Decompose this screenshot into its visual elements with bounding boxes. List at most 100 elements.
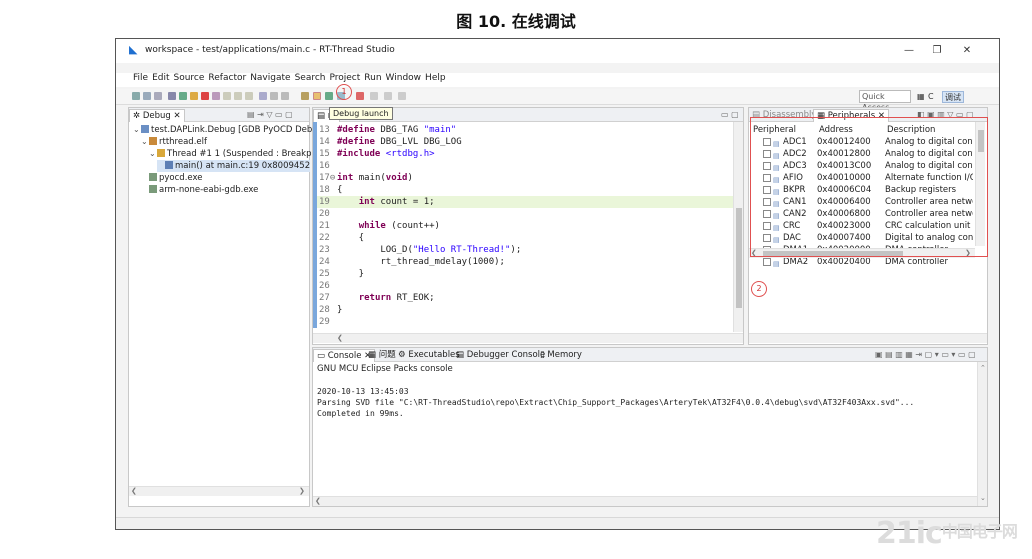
save-all-icon[interactable] bbox=[154, 92, 162, 100]
view-menu-icon[interactable]: ▤ ⇥ ▽ ▭ ▢ bbox=[247, 110, 293, 119]
quick-access-input[interactable]: Quick Access bbox=[859, 90, 911, 112]
chevron-down-icon[interactable]: ⌄ bbox=[149, 148, 157, 160]
menu-source[interactable]: Source bbox=[174, 73, 205, 83]
peripheral-row[interactable]: ▤ AFIO 0x40010000 Alternate function I/O bbox=[749, 172, 975, 184]
close-button[interactable]: ✕ bbox=[954, 43, 980, 59]
perspective-debug[interactable]: 调试 bbox=[942, 91, 964, 103]
step-return-icon[interactable] bbox=[245, 92, 253, 100]
code-line[interactable]: 22 { bbox=[317, 232, 741, 244]
debug-tree-item[interactable]: ⌄ Thread #1 1 (Suspended : Breakpoint) bbox=[149, 148, 331, 160]
forward-icon[interactable] bbox=[398, 92, 406, 100]
tab-disassembly[interactable]: ▤ Disassembly bbox=[749, 109, 819, 122]
code-line[interactable]: 13 #define DBG_TAG "main" bbox=[317, 124, 741, 136]
scroll-down-icon[interactable]: ⌄ bbox=[980, 494, 986, 502]
tab-debugger-console[interactable]: ▤ Debugger Console bbox=[453, 349, 548, 362]
scroll-left-icon[interactable]: ❮ bbox=[315, 497, 321, 505]
menu-search[interactable]: Search bbox=[295, 73, 326, 83]
code-line[interactable]: 25 } bbox=[317, 268, 741, 280]
open-perspective-icon[interactable]: ▦ bbox=[917, 91, 925, 103]
step-over-icon[interactable] bbox=[234, 92, 242, 100]
chevron-down-icon[interactable]: ⌄ bbox=[141, 136, 149, 148]
code-line[interactable]: 23 LOG_D("Hello RT-Thread!"); bbox=[317, 244, 741, 256]
console-hscroll[interactable]: ❮ bbox=[313, 496, 977, 506]
terminate-icon[interactable] bbox=[201, 92, 209, 100]
code-line[interactable]: 15 #include <rtdbg.h> bbox=[317, 148, 741, 160]
scroll-right-icon[interactable]: ❯ bbox=[299, 487, 305, 495]
run-icon[interactable] bbox=[325, 92, 333, 100]
menu-help[interactable]: Help bbox=[425, 73, 446, 83]
debug-launch-icon[interactable] bbox=[313, 92, 321, 100]
peripheral-checkbox[interactable] bbox=[763, 150, 771, 158]
disconnect-icon[interactable] bbox=[212, 92, 220, 100]
sdk-manager-icon[interactable] bbox=[370, 92, 378, 100]
col-address[interactable]: Address bbox=[819, 124, 853, 136]
peripherals-bottom-scroll[interactable] bbox=[749, 333, 987, 343]
code-line[interactable]: 18 { bbox=[317, 184, 741, 196]
debug-hscroll[interactable]: ❮ ❯ bbox=[129, 486, 309, 496]
restart-icon[interactable] bbox=[270, 92, 278, 100]
restore-button[interactable]: ❐ bbox=[924, 43, 950, 59]
tab-problems[interactable]: ▦ 问题 bbox=[365, 349, 399, 362]
code-line[interactable]: 19 int count = 1; bbox=[317, 196, 741, 208]
menu-refactor[interactable]: Refactor bbox=[208, 73, 246, 83]
serial-terminal-icon[interactable] bbox=[356, 92, 364, 100]
code-line[interactable]: 24 rt_thread_mdelay(1000); bbox=[317, 256, 741, 268]
step-into-icon[interactable] bbox=[223, 92, 231, 100]
editor-vscroll[interactable] bbox=[733, 122, 743, 332]
perspective-c[interactable]: C bbox=[928, 91, 934, 103]
menu-file[interactable]: File bbox=[133, 73, 148, 83]
skip-breakpoints-icon[interactable] bbox=[168, 92, 176, 100]
minimize-button[interactable]: — bbox=[896, 43, 922, 59]
chevron-down-icon[interactable]: ⌄ bbox=[133, 124, 141, 136]
back-icon[interactable] bbox=[384, 92, 392, 100]
col-peripheral[interactable]: Peripheral bbox=[753, 124, 796, 136]
code-line[interactable]: 29 bbox=[317, 316, 741, 328]
suspend-icon[interactable] bbox=[190, 92, 198, 100]
console-toolbar-icon[interactable]: ▣ ▤ ▥ ▦ ⇥ ▢ ▾ ▭ ▾ ▭ ▢ bbox=[875, 350, 976, 359]
code-line[interactable]: 28} bbox=[317, 304, 741, 316]
debug-tree-item[interactable]: pyocd.exe bbox=[141, 172, 202, 184]
scroll-right-icon[interactable]: ❯ bbox=[965, 249, 971, 257]
menu-edit[interactable]: Edit bbox=[152, 73, 169, 83]
peripheral-checkbox[interactable] bbox=[763, 210, 771, 218]
peripheral-checkbox[interactable] bbox=[763, 186, 771, 194]
peripheral-row[interactable]: ▤ ADC3 0x40013C00 Analog to digital conv bbox=[749, 160, 975, 172]
peripheral-row[interactable]: ▤ CRC 0x40023000 CRC calculation unit bbox=[749, 220, 975, 232]
peripherals-toolbar-icon[interactable]: ◧ ▣ ▥ ▽ ▭ ▢ bbox=[917, 110, 974, 119]
col-description[interactable]: Description bbox=[887, 124, 935, 136]
code-line[interactable]: 14 #define DBG_LVL DBG_LOG bbox=[317, 136, 741, 148]
code-line[interactable]: 17⊖ int main(void) bbox=[317, 172, 741, 184]
peripherals-vscroll[interactable] bbox=[975, 122, 985, 246]
peripheral-row[interactable]: ▤ DAC 0x40007400 Digital to analog conv bbox=[749, 232, 975, 244]
scroll-left-icon[interactable]: ❮ bbox=[131, 487, 137, 495]
menu-run[interactable]: Run bbox=[364, 73, 381, 83]
instruction-step-icon[interactable] bbox=[259, 92, 267, 100]
resume-icon[interactable] bbox=[179, 92, 187, 100]
tab-peripherals[interactable]: ▦ Peripherals ✕ bbox=[813, 109, 889, 122]
peripheral-row[interactable]: ▤ CAN2 0x40006800 Controller area netwo bbox=[749, 208, 975, 220]
debug-tree-item[interactable]: arm-none-eabi-gdb.exe bbox=[141, 184, 258, 196]
debug-tree-item[interactable]: ⌄ rtthread.elf bbox=[141, 136, 207, 148]
peripheral-checkbox[interactable] bbox=[763, 222, 771, 230]
peripheral-checkbox[interactable] bbox=[763, 258, 771, 266]
scroll-left-icon[interactable]: ❮ bbox=[337, 334, 343, 342]
editor-hscroll[interactable]: ❮ bbox=[313, 333, 743, 343]
build-icon[interactable] bbox=[301, 92, 309, 100]
peripheral-checkbox[interactable] bbox=[763, 138, 771, 146]
peripheral-checkbox[interactable] bbox=[763, 234, 771, 242]
scroll-up-icon[interactable]: ⌃ bbox=[980, 364, 986, 372]
peripheral-row[interactable]: ▤ BKPR 0x40006C04 Backup registers bbox=[749, 184, 975, 196]
peripheral-row[interactable]: ▤ ADC1 0x40012400 Analog to digital conv bbox=[749, 136, 975, 148]
console-vscroll[interactable]: ⌃ ⌄ bbox=[977, 362, 987, 506]
peripheral-checkbox[interactable] bbox=[763, 174, 771, 182]
peripherals-hscroll-thumb[interactable] bbox=[763, 251, 903, 256]
scroll-left-icon[interactable]: ❮ bbox=[751, 249, 757, 257]
tab-debug[interactable]: ✲ Debug ✕ bbox=[129, 109, 185, 122]
menu-project[interactable]: Project bbox=[329, 73, 360, 83]
peripherals-vscroll-thumb[interactable] bbox=[978, 130, 984, 152]
menu-window[interactable]: Window bbox=[386, 73, 422, 83]
peripheral-row[interactable]: ▤ CAN1 0x40006400 Controller area netwo bbox=[749, 196, 975, 208]
code-line[interactable]: 21 while (count++) bbox=[317, 220, 741, 232]
editor-min-max-icon[interactable]: ▭ ▢ bbox=[721, 110, 739, 119]
code-line[interactable]: 26 bbox=[317, 280, 741, 292]
